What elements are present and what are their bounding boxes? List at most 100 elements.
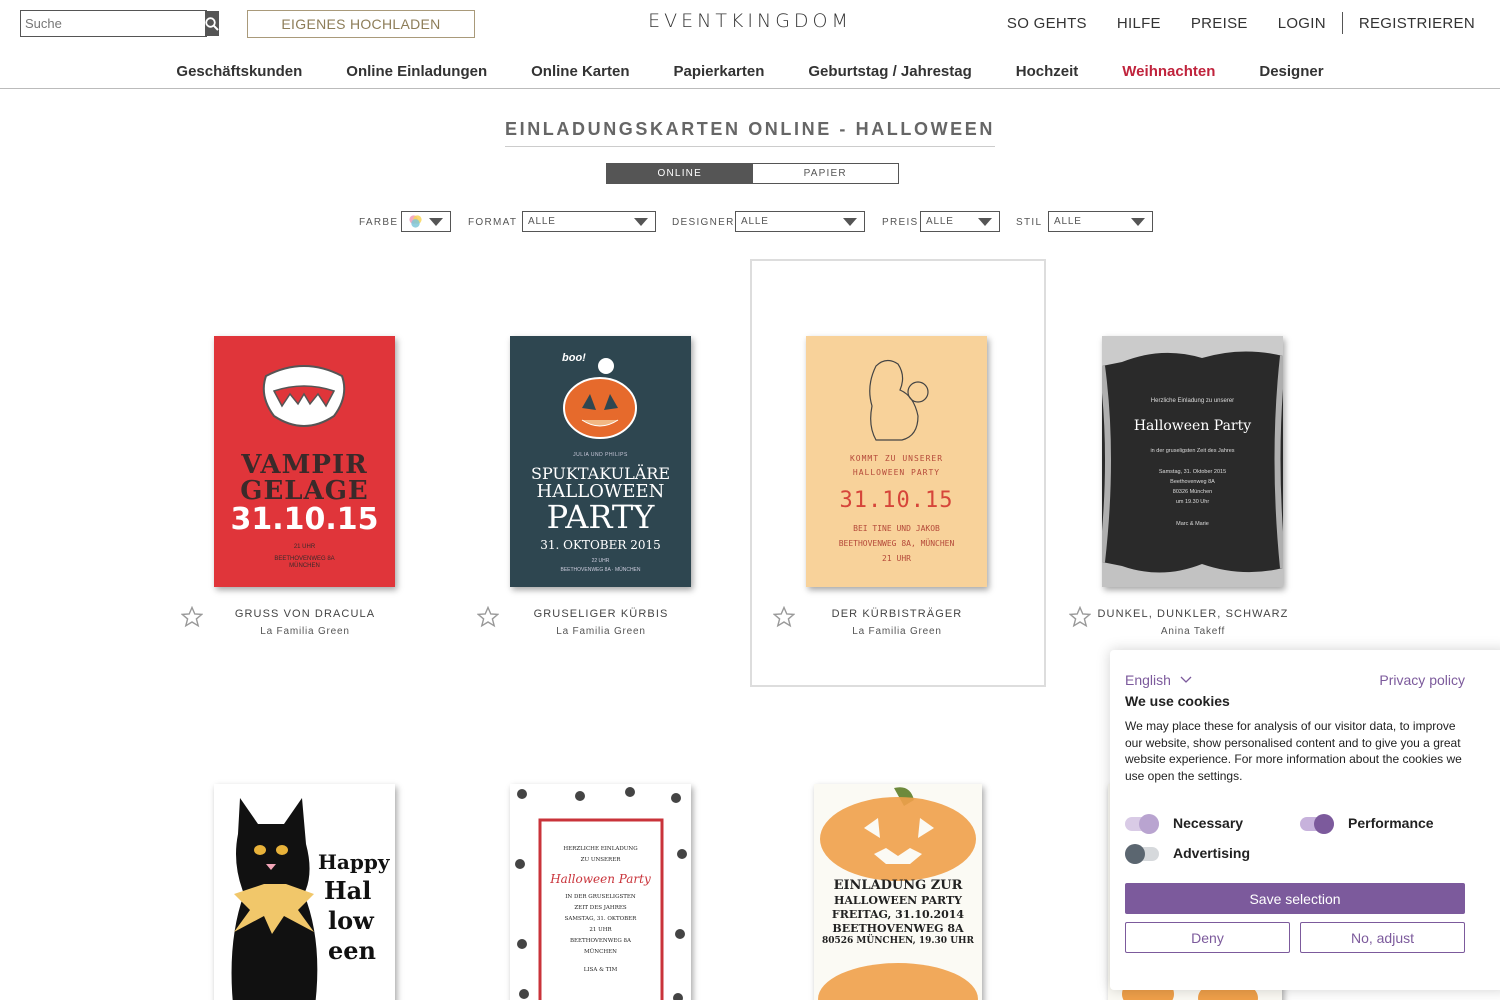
card6-line-7: 21 UHR <box>589 927 612 933</box>
card-name-dracula[interactable]: GRUSS VON DRACULA <box>205 608 405 620</box>
filter-designer-value: ALLE <box>741 216 769 227</box>
top-bar: EIGENES HOCHLADEN EVENTKINGDOM SO GEHTS … <box>0 0 1500 46</box>
card-image-happy-halloween[interactable]: Happy Hal low een <box>214 784 395 1000</box>
card5-line-3: low <box>328 906 374 935</box>
main-nav-online-einladungen[interactable]: Online Einladungen <box>346 60 487 88</box>
card-designer-kuerbis[interactable]: La Familia Green <box>501 626 701 637</box>
card-image-cats-party[interactable]: HERZLICHE EINLADUNG ZU UNSERER Halloween… <box>510 784 691 1000</box>
card6-line-6: SAMSTAG, 31. OKTOBER <box>564 916 637 922</box>
main-nav-weihnachten[interactable]: Weihnachten <box>1122 60 1215 88</box>
favorite-star-icon[interactable] <box>477 606 499 628</box>
card6-line-9: MÜNCHEN <box>584 949 617 955</box>
card6-line-2: ZU UNSERER <box>580 857 621 863</box>
card7-line-3: FREITAG, 31.10.2014 <box>831 908 965 921</box>
toggle-knob <box>1139 814 1159 834</box>
main-nav-geschaeftskunden[interactable]: Geschäftskunden <box>176 60 302 88</box>
card-image-watercolor-pumpkin[interactable]: EINLADUNG ZUR HALLOWEEN PARTY FREITAG, 3… <box>814 784 982 1000</box>
chevron-down-icon <box>1131 218 1145 226</box>
toggle-knob <box>1125 844 1145 864</box>
favorite-star-icon[interactable] <box>1069 606 1091 628</box>
main-nav-geburtstag[interactable]: Geburtstag / Jahrestag <box>808 60 971 88</box>
toggle-performance-label: Performance <box>1348 815 1434 831</box>
card2-line-1: boo! <box>562 352 586 364</box>
card1-line-4: 21 UHR <box>293 544 316 550</box>
card3-line-4: BEI TINE UND JAKOB <box>853 524 940 533</box>
search-button[interactable] <box>205 11 219 36</box>
chevron-down-icon <box>429 218 443 226</box>
card3-line-1: KOMMT ZU UNSERER <box>849 454 944 463</box>
save-selection-button[interactable]: Save selection <box>1125 883 1465 914</box>
card2-line-6: 31. OKTOBER 2015 <box>540 538 661 552</box>
card5-line-4: een <box>328 936 376 965</box>
chevron-down-icon <box>978 218 992 226</box>
filter-preis-label: PREIS <box>882 217 919 228</box>
card6-line-10: LISA & TIM <box>583 967 618 973</box>
language-select[interactable]: English <box>1125 672 1193 688</box>
card-name-kuerbistraeger[interactable]: DER KÜRBISTRÄGER <box>797 608 997 620</box>
card2-line-7: 22 UHR <box>591 558 610 564</box>
privacy-policy-link[interactable]: Privacy policy <box>1379 672 1465 688</box>
nav-so-gehts[interactable]: SO GEHTS <box>1007 15 1087 32</box>
filter-farbe-select[interactable] <box>401 211 451 232</box>
chevron-down-icon <box>634 218 648 226</box>
toggle-paper[interactable]: PAPIER <box>752 164 898 183</box>
card-name-kuerbis[interactable]: GRUSELIGER KÜRBIS <box>501 608 701 620</box>
card4-line-8: Marc & Marie <box>1176 521 1209 527</box>
card3-line-6: 21 UHR <box>882 554 911 563</box>
main-nav-designer[interactable]: Designer <box>1259 60 1323 88</box>
card5-line-1: Happy <box>318 850 390 874</box>
card-image-dunkel[interactable]: Herzliche Einladung zu unserer Halloween… <box>1102 336 1283 587</box>
card-image-kuerbistraeger[interactable]: KOMMT ZU UNSERER HALLOWEEN PARTY 31.10.1… <box>806 336 987 587</box>
nav-preise[interactable]: PREISE <box>1191 15 1248 32</box>
card6-line-8: BEETHOVENWEG 8A <box>569 938 632 944</box>
color-wheel-icon <box>409 215 422 228</box>
top-nav: SO GEHTS HILFE PREISE LOGIN REGISTRIEREN <box>977 12 1475 34</box>
cookie-title: We use cookies <box>1125 693 1230 709</box>
adjust-button[interactable]: No, adjust <box>1300 922 1465 953</box>
cookie-banner: English Privacy policy We use cookies We… <box>1110 650 1500 990</box>
toggle-necessary[interactable] <box>1125 814 1159 834</box>
card4-line-1: Herzliche Einladung zu unserer <box>1150 398 1235 404</box>
card1-line-6: MÜNCHEN <box>289 563 320 569</box>
page-title-wrap: EINLADUNGSKARTEN ONLINE - HALLOWEEN <box>0 119 1500 147</box>
card-designer-dunkel[interactable]: Anina Takeff <box>1093 626 1293 637</box>
card-designer-dracula[interactable]: La Familia Green <box>205 626 405 637</box>
card-image-kuerbis[interactable]: boo! JULIA UND PHILIPS SPUKTAKULÄRE HALL… <box>510 336 691 587</box>
deny-button[interactable]: Deny <box>1125 922 1290 953</box>
toggle-advertising-label: Advertising <box>1173 845 1251 861</box>
card4-line-7: um 19.30 Uhr <box>1175 499 1210 505</box>
toggle-advertising[interactable] <box>1125 844 1159 864</box>
card3-line-2: HALLOWEEN PARTY <box>852 468 941 477</box>
nav-login[interactable]: LOGIN <box>1278 15 1326 32</box>
cookie-description: We may place these for analysis of our v… <box>1125 719 1462 783</box>
filter-preis-select[interactable]: ALLE <box>920 211 1000 232</box>
nav-divider <box>1341 12 1343 34</box>
card4-line-2: Halloween Party <box>1133 418 1252 434</box>
filter-stil-select[interactable]: ALLE <box>1048 211 1153 232</box>
card1-line-5: BEETHOVENWEG 8A <box>274 556 335 562</box>
card6-line-1: HERZLICHE EINLADUNG <box>563 846 638 852</box>
card-designer-kuerbistraeger[interactable]: La Familia Green <box>797 626 997 637</box>
card-name-dunkel[interactable]: DUNKEL, DUNKLER, SCHWARZ <box>1093 608 1293 620</box>
filter-designer-select[interactable]: ALLE <box>735 211 865 232</box>
favorite-star-icon[interactable] <box>773 606 795 628</box>
main-nav-papierkarten[interactable]: Papierkarten <box>674 60 765 88</box>
card2-line-5: PARTY <box>546 498 655 536</box>
favorite-star-icon[interactable] <box>181 606 203 628</box>
card7-line-4: BEETHOVENWEG 8A <box>832 922 964 935</box>
main-nav-hochzeit[interactable]: Hochzeit <box>1016 60 1079 88</box>
main-nav-online-karten[interactable]: Online Karten <box>531 60 629 88</box>
upload-own-button[interactable]: EIGENES HOCHLADEN <box>247 10 475 38</box>
nav-registrieren[interactable]: REGISTRIEREN <box>1359 15 1475 32</box>
card-image-dracula[interactable]: VAMPIR GELAGE 31.10.15 21 UHR BEETHOVENW… <box>214 336 395 587</box>
chevron-down-icon <box>1180 676 1192 683</box>
logo[interactable]: EVENTKINGDOM <box>600 10 900 32</box>
search-input[interactable] <box>21 11 205 36</box>
toggle-online[interactable]: ONLINE <box>607 164 753 183</box>
filter-stil-label: STIL <box>1016 217 1043 228</box>
card5-line-2: Hal <box>324 876 372 905</box>
toggle-performance[interactable] <box>1300 814 1334 834</box>
nav-hilfe[interactable]: HILFE <box>1117 15 1161 32</box>
filter-format-select[interactable]: ALLE <box>522 211 656 232</box>
language-label: English <box>1125 672 1171 688</box>
